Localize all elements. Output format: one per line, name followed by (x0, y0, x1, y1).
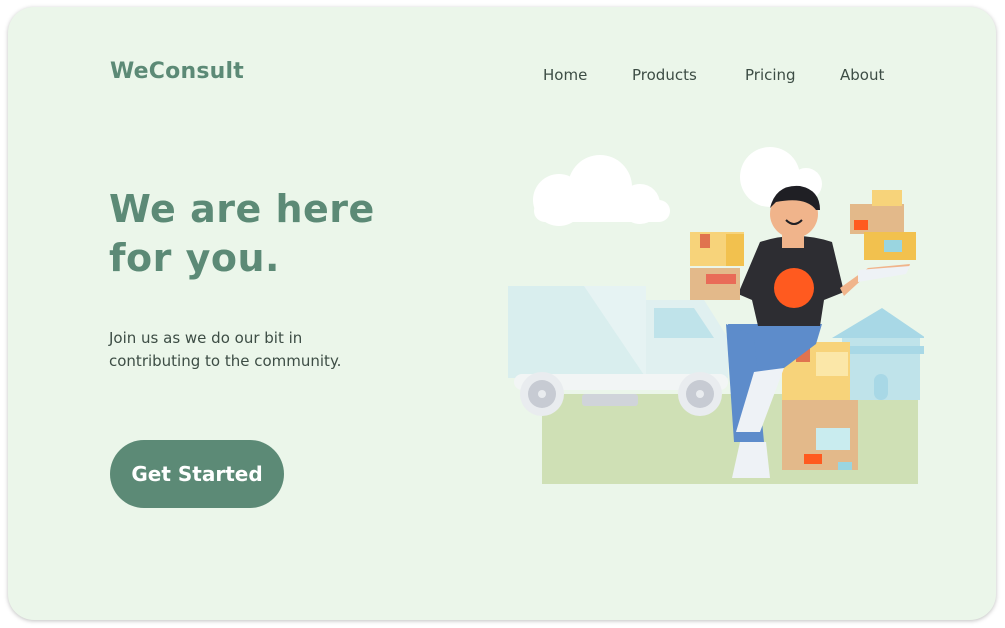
delivery-truck-icon (508, 286, 728, 416)
nav-pricing-link[interactable]: Pricing (745, 66, 796, 84)
hero-title-line: for you. (109, 236, 280, 280)
page-card: WeConsult Home Products Pricing About We… (8, 7, 996, 620)
hero-title: We are here for you. (109, 185, 375, 283)
hero-subtitle-line: Join us as we do our bit in (109, 329, 303, 347)
cloud-icon (533, 155, 670, 226)
delivery-illustration (508, 147, 924, 484)
nav-home-link[interactable]: Home (543, 66, 587, 84)
main-nav: Home Products Pricing About (8, 66, 996, 90)
hero-title-line: We are here (109, 187, 375, 231)
nav-products-link[interactable]: Products (632, 66, 697, 84)
hero-subtitle: Join us as we do our bit in contributing… (109, 327, 341, 373)
package-icon (782, 342, 858, 470)
hero-subtitle-line: contributing to the community. (109, 352, 342, 370)
nav-about-link[interactable]: About (840, 66, 884, 84)
get-started-button[interactable]: Get Started (110, 440, 284, 508)
